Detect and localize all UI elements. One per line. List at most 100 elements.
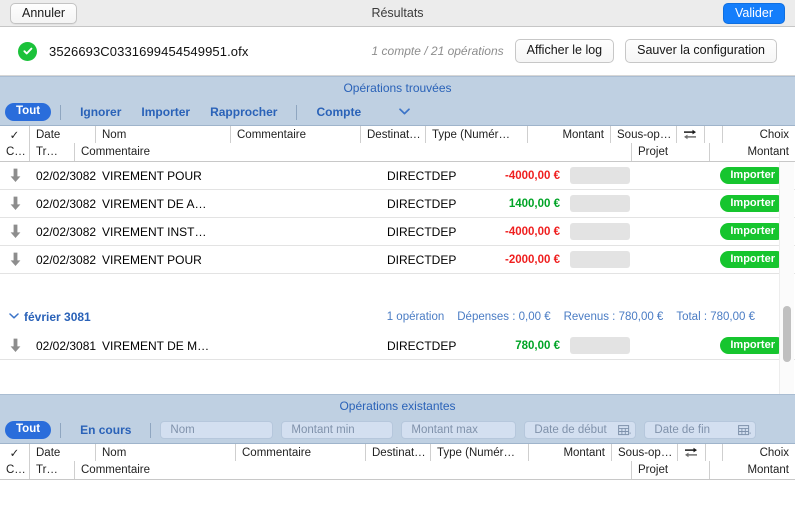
row-suboperation[interactable] (566, 337, 638, 354)
suboperation-field[interactable] (570, 195, 630, 212)
group-revenues: Revenus : 780,00 € (563, 311, 664, 323)
file-actions: 1 compte / 21 opérations Afficher le log… (372, 39, 777, 63)
col-destinataire[interactable]: Destinat… (366, 444, 431, 461)
import-results-window: Annuler Résultats Valider 3526693C033169… (0, 0, 795, 514)
col-montant[interactable]: Montant (529, 444, 612, 461)
row-type: DIRECTDEP (387, 338, 457, 353)
down-arrow-icon (0, 224, 30, 239)
save-configuration-button[interactable]: Sauver la configuration (625, 39, 777, 63)
col-type[interactable]: Type (Numér… (426, 126, 528, 143)
action-rapprocher[interactable]: Rapprocher (200, 105, 287, 119)
row-suboperation[interactable] (566, 251, 638, 268)
filter-all-button[interactable]: Tout (5, 103, 52, 121)
row-date: 02/02/3082 (36, 196, 96, 211)
col-choix[interactable]: Choix (723, 444, 795, 461)
col-projet-sub[interactable]: Projet (631, 461, 709, 479)
import-button[interactable]: Importer (720, 251, 785, 268)
group-label: février 3081 (24, 310, 91, 324)
calendar-icon[interactable] (618, 424, 632, 436)
existing-filter-en-cours[interactable]: En cours (70, 423, 141, 437)
group-total: Total : 780,00 € (676, 311, 755, 323)
table-row[interactable]: 02/02/3082 VIREMENT DE A… DIRECTDEP 1400… (0, 190, 795, 218)
import-button[interactable]: Importer (720, 167, 785, 184)
table-row[interactable]: 02/02/3082 VIREMENT POUR DIRECTDEP -4000… (0, 162, 795, 190)
existing-operations-toolbar: Tout En cours Nom Montant min Montant ma… (0, 417, 795, 444)
scrollbar-thumb[interactable] (783, 305, 791, 362)
import-button[interactable]: Importer (720, 337, 785, 354)
col-sous-operation[interactable]: Sous-op… (611, 126, 677, 143)
suboperation-field[interactable] (570, 251, 630, 268)
swap-icon[interactable] (677, 126, 705, 143)
row-suboperation[interactable] (566, 167, 638, 184)
name-filter-input[interactable]: Nom (160, 421, 274, 439)
found-header-row-2: C… Tr… Commentaire Projet Montant (0, 143, 795, 161)
import-button[interactable]: Importer (720, 223, 785, 240)
down-arrow-icon (0, 252, 30, 267)
col-date[interactable]: Date (30, 126, 96, 143)
col-destinataire[interactable]: Destinat… (361, 126, 426, 143)
col-commentaire[interactable]: Commentaire (231, 126, 361, 143)
table-row[interactable]: 02/02/3081 VIREMENT DE M… DIRECTDEP 780,… (0, 332, 795, 360)
cancel-button[interactable]: Annuler (10, 2, 78, 24)
row-amount: -4000,00 € (505, 225, 560, 238)
window-titlebar: Annuler Résultats Valider (0, 0, 795, 27)
row-amount: -2000,00 € (505, 253, 560, 266)
row-suboperation[interactable] (566, 195, 638, 212)
col-compte-sub[interactable]: C… (0, 143, 30, 161)
col-date[interactable]: Date (30, 444, 96, 461)
group-statistics: 1 opération Dépenses : 0,00 € Revenus : … (387, 311, 795, 323)
col-montant-sub[interactable]: Montant (709, 461, 795, 479)
chevron-down-icon[interactable] (399, 107, 410, 118)
show-log-button[interactable]: Afficher le log (514, 39, 615, 63)
col-check[interactable]: ✓ (0, 444, 30, 461)
vertical-scrollbar[interactable] (779, 162, 794, 394)
table-row[interactable]: 02/02/3082 VIREMENT POUR DIRECTDEP -2000… (0, 246, 795, 274)
row-type: DIRECTDEP (387, 224, 457, 239)
col-compte-sub[interactable]: C… (0, 461, 30, 479)
date-end-placeholder: Date de fin (654, 424, 711, 436)
col-commentaire-sub[interactable]: Commentaire (75, 143, 631, 161)
suboperation-field[interactable] (570, 167, 630, 184)
existing-filter-all-button[interactable]: Tout (5, 421, 52, 439)
row-name: VIREMENT INST… (102, 224, 207, 239)
table-row[interactable]: 02/02/3082 VIREMENT INST… DIRECTDEP -400… (0, 218, 795, 246)
col-transaction-sub[interactable]: Tr… (30, 461, 75, 479)
down-arrow-icon (0, 338, 30, 353)
row-suboperation[interactable] (566, 223, 638, 240)
row-type: DIRECTDEP (387, 196, 457, 211)
action-ignorer[interactable]: Ignorer (70, 105, 131, 119)
suboperation-field[interactable] (570, 337, 630, 354)
col-commentaire[interactable]: Commentaire (236, 444, 366, 461)
col-montant-sub[interactable]: Montant (709, 143, 795, 161)
action-importer[interactable]: Importer (131, 105, 200, 119)
row-date: 02/02/3082 (36, 252, 96, 267)
row-amount: -4000,00 € (505, 169, 560, 182)
col-commentaire-sub[interactable]: Commentaire (75, 461, 631, 479)
date-start-filter-input[interactable]: Date de début (524, 421, 637, 439)
col-choix[interactable]: Choix (723, 126, 795, 143)
action-compte[interactable]: Compte (306, 105, 371, 119)
month-group-header[interactable]: février 3081 1 opération Dépenses : 0,00… (0, 302, 795, 332)
col-projet-sub[interactable]: Projet (631, 143, 709, 161)
import-button[interactable]: Importer (720, 195, 785, 212)
found-operations-list[interactable]: 02/02/3082 VIREMENT POUR DIRECTDEP -4000… (0, 162, 795, 394)
swap-icon[interactable] (678, 444, 706, 461)
found-operations-banner: Opérations trouvées (0, 76, 795, 99)
amount-min-filter-input[interactable]: Montant min (281, 421, 394, 439)
col-montant[interactable]: Montant (528, 126, 611, 143)
validate-button[interactable]: Valider (723, 2, 785, 24)
col-type[interactable]: Type (Numér… (431, 444, 529, 461)
col-sous-operation[interactable]: Sous-op… (612, 444, 678, 461)
filter-divider-2 (150, 422, 152, 438)
col-check[interactable]: ✓ (0, 126, 30, 143)
existing-operations-list[interactable] (0, 480, 795, 514)
col-nom[interactable]: Nom (96, 444, 236, 461)
group-spacer (0, 274, 795, 302)
chevron-down-icon[interactable] (6, 312, 22, 322)
suboperation-field[interactable] (570, 223, 630, 240)
col-transaction-sub[interactable]: Tr… (30, 143, 75, 161)
amount-max-filter-input[interactable]: Montant max (401, 421, 517, 439)
col-nom[interactable]: Nom (96, 126, 231, 143)
calendar-icon[interactable] (738, 424, 752, 436)
date-end-filter-input[interactable]: Date de fin (644, 421, 757, 439)
